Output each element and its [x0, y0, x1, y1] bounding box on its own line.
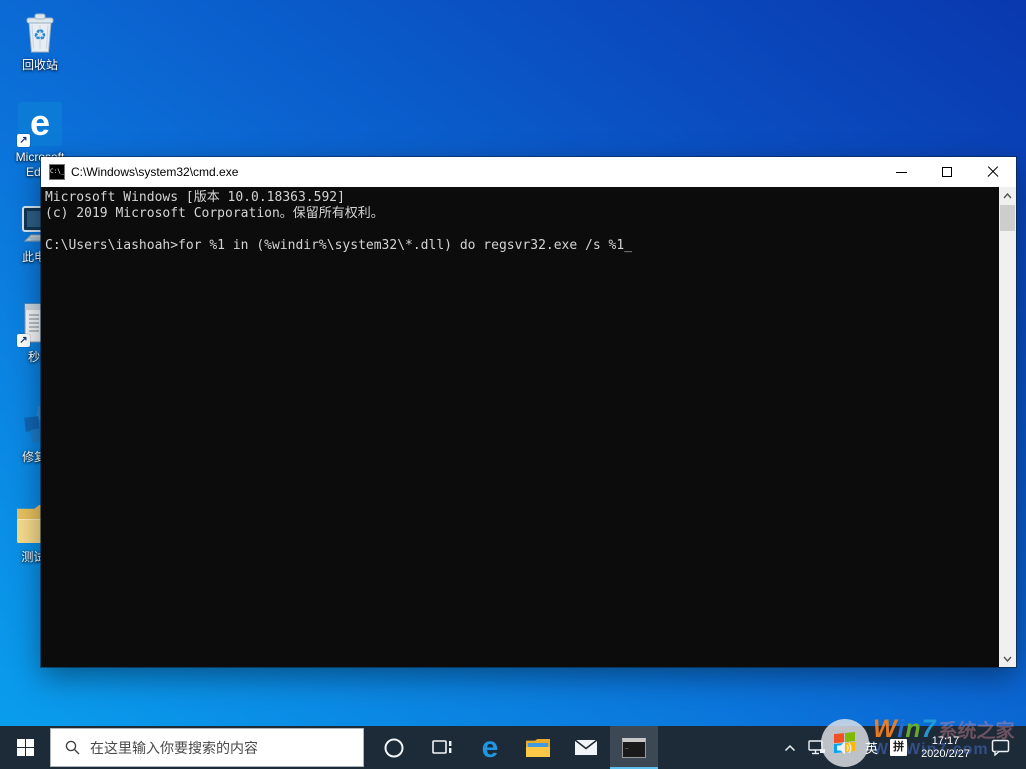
cmd-icon: _ — [622, 737, 646, 758]
cortana-button[interactable] — [370, 726, 418, 769]
console-output: Microsoft Windows [版本 10.0.18363.592] (c)… — [41, 187, 999, 667]
chevron-up-icon — [785, 744, 796, 751]
desktop-icon-recycle-bin[interactable]: ♻ 回收站 — [4, 8, 76, 73]
windows-logo-icon — [16, 739, 34, 756]
search-input[interactable] — [90, 739, 363, 756]
start-button[interactable] — [0, 726, 50, 769]
scrollbar-thumb[interactable] — [1000, 205, 1015, 231]
close-button[interactable] — [970, 157, 1016, 187]
desktop-icon-label: 回收站 — [21, 58, 58, 72]
scrollbar-track[interactable] — [999, 232, 1016, 650]
taskbar-search[interactable] — [50, 728, 364, 767]
ime-badge: 拼 — [890, 739, 908, 756]
recycle-bin-icon: ♻ — [16, 8, 64, 56]
taskbar: e _ — [0, 726, 1026, 769]
console-area[interactable]: Microsoft Windows [版本 10.0.18363.592] (c)… — [41, 187, 1016, 667]
console-prompt-line: C:\Users\iashoah>for %1 in (%windir%\sys… — [45, 238, 999, 254]
mail-icon — [574, 739, 598, 755]
network-tray-button[interactable] — [803, 726, 830, 769]
window-title: C:\Windows\system32\cmd.exe — [71, 165, 239, 179]
ime-mode-indicator[interactable]: 拼 — [885, 726, 912, 769]
language-badge: 英 — [865, 741, 879, 756]
search-icon — [65, 740, 80, 755]
action-center-button[interactable] — [979, 726, 1022, 769]
scroll-down-button[interactable] — [999, 650, 1016, 667]
recycle-symbol: ♻ — [33, 27, 47, 44]
file-explorer-icon — [526, 738, 550, 757]
language-indicator[interactable]: 英 — [860, 726, 883, 769]
shortcut-arrow-icon: ↗ — [17, 334, 30, 347]
text-cursor: _ — [624, 238, 633, 253]
tray-overflow-button[interactable] — [779, 726, 801, 769]
mail-button[interactable] — [562, 726, 610, 769]
scroll-up-button[interactable] — [999, 187, 1016, 204]
system-tray: 英 拼 17:17 2020/2/27 — [779, 726, 1026, 769]
cmd-window: C:\_ C:\Windows\system32\cmd.exe Microso… — [40, 156, 1017, 668]
cortana-icon — [384, 738, 404, 757]
volume-icon — [837, 741, 852, 754]
console-line: Microsoft Windows [版本 10.0.18363.592] — [45, 190, 345, 205]
cmd-app-icon: C:\_ — [49, 164, 65, 180]
volume-tray-button[interactable] — [832, 726, 858, 769]
edge-icon: e ↗ — [16, 100, 64, 148]
maximize-button[interactable] — [924, 157, 970, 187]
tray-date: 2020/2/27 — [921, 747, 970, 760]
cmd-taskbar-button[interactable]: _ — [610, 726, 658, 769]
maximize-icon — [942, 167, 952, 177]
tray-time: 17:17 — [931, 734, 960, 747]
prompt-text: C:\Users\iashoah>for %1 in (%windir%\sys… — [45, 238, 625, 253]
task-view-button[interactable] — [418, 726, 466, 769]
action-center-icon — [991, 739, 1010, 756]
edge-icon: e — [481, 730, 499, 764]
minimize-icon — [895, 171, 907, 173]
network-icon — [808, 740, 826, 755]
shortcut-arrow-icon: ↗ — [17, 134, 30, 147]
edge-taskbar-button[interactable]: e — [466, 726, 514, 769]
console-line: (c) 2019 Microsoft Corporation。保留所有权利。 — [45, 206, 384, 221]
close-icon — [987, 166, 999, 178]
file-explorer-button[interactable] — [514, 726, 562, 769]
task-view-icon — [432, 739, 452, 754]
minimize-button[interactable] — [878, 157, 924, 187]
cmd-titlebar[interactable]: C:\_ C:\Windows\system32\cmd.exe — [41, 157, 1016, 187]
clock[interactable]: 17:17 2020/2/27 — [914, 726, 977, 769]
vertical-scrollbar[interactable] — [999, 187, 1016, 667]
